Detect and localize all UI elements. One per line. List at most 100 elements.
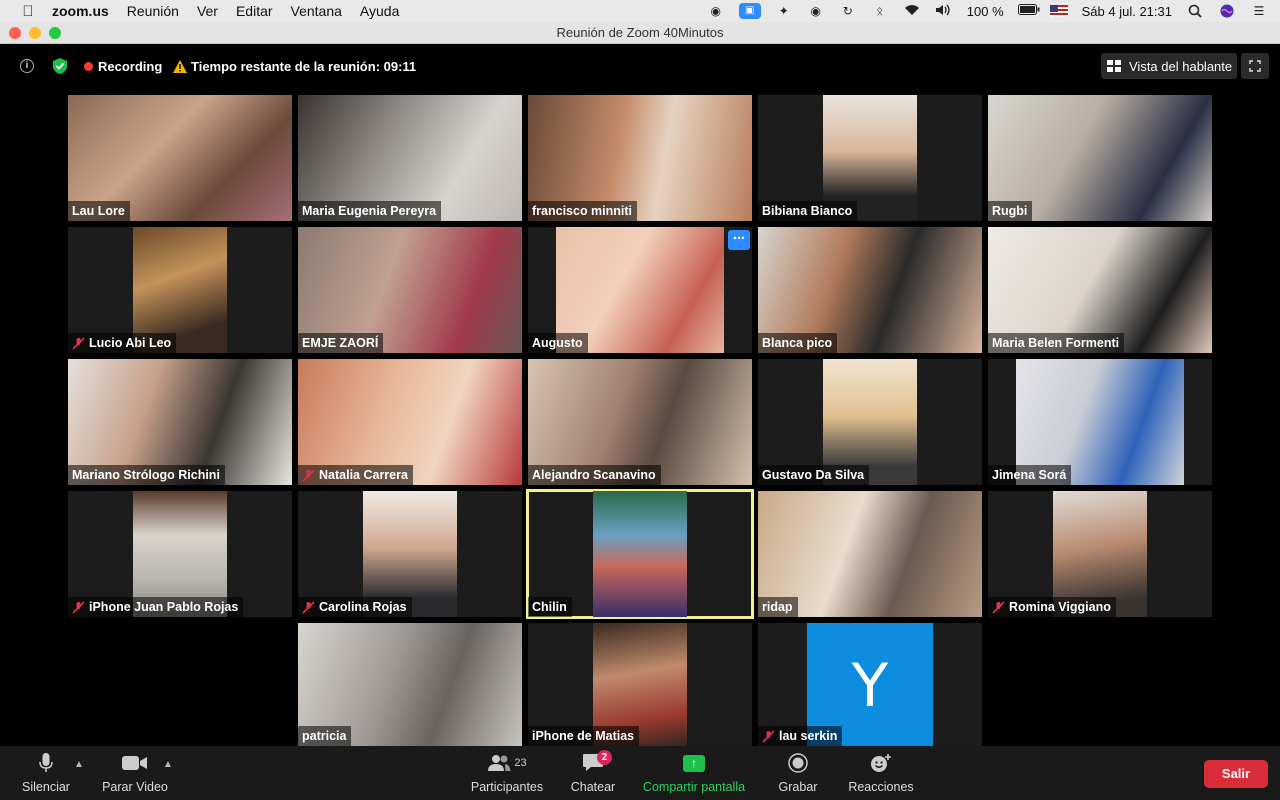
video-tile[interactable]: iPhone Juan Pablo Rojas bbox=[68, 491, 292, 617]
participant-name-tag: Jimena Sorá bbox=[988, 465, 1072, 485]
share-screen-button[interactable]: ↑ Compartir pantalla bbox=[640, 752, 748, 794]
speaker-view-button[interactable]: Vista del hablante bbox=[1101, 53, 1237, 79]
bluetooth-icon[interactable]: ᛟ bbox=[871, 4, 889, 18]
volume-icon[interactable] bbox=[935, 4, 953, 18]
participant-name-tag: patricia bbox=[298, 726, 352, 746]
share-screen-label: Compartir pantalla bbox=[642, 780, 746, 794]
participant-name-tag: Lau Lore bbox=[68, 201, 130, 221]
participant-name: Maria Eugenia Pereyra bbox=[302, 204, 437, 218]
video-tile[interactable]: Rugbi bbox=[988, 95, 1212, 221]
menu-ver[interactable]: Ver bbox=[197, 3, 218, 19]
participant-name: iPhone de Matias bbox=[532, 729, 635, 743]
video-tile[interactable]: iPhone de Matias bbox=[528, 623, 752, 746]
video-tile[interactable]: francisco minniti bbox=[528, 95, 752, 221]
participant-name: Mariano Strólogo Richini bbox=[72, 468, 220, 482]
video-tile[interactable]: Carolina Rojas bbox=[298, 491, 522, 617]
menu-ventana[interactable]: Ventana bbox=[291, 3, 342, 19]
menu-bar-clock[interactable]: Sáb 4 jul. 21:31 bbox=[1082, 4, 1172, 19]
participant-name-tag: Maria Belen Formenti bbox=[988, 333, 1125, 353]
video-tile-active-speaker[interactable]: Chilin bbox=[526, 489, 754, 619]
menu-bar-status-area: ◉ ▣ ✦ ◉ ↻ ᛟ 100 % Sáb 4 jul. 21:31 ☰ bbox=[707, 0, 1268, 22]
video-tile[interactable]: Alejandro Scanavino bbox=[528, 359, 752, 485]
video-tile[interactable]: patricia bbox=[298, 623, 522, 746]
participant-name-tag: Augusto bbox=[528, 333, 588, 353]
spotlight-search-icon[interactable] bbox=[1186, 4, 1204, 18]
participant-name: Blanca pico bbox=[762, 336, 833, 350]
participant-name: Jimena Sorá bbox=[992, 468, 1067, 482]
video-tile[interactable]: Maria Eugenia Pereyra bbox=[298, 95, 522, 221]
participant-name: Romina Viggiano bbox=[1009, 600, 1111, 614]
participant-name-tag: Gustavo Da Silva bbox=[758, 465, 870, 485]
video-tile[interactable]: Maria Belen Formenti bbox=[988, 227, 1212, 353]
meeting-time-warning: Tiempo restante de la reunión: 09:11 bbox=[173, 59, 416, 74]
participant-name-tag: Carolina Rojas bbox=[298, 597, 412, 617]
video-tile[interactable]: Y lau serkin bbox=[758, 623, 982, 746]
participant-name: Augusto bbox=[532, 336, 583, 350]
siri-icon[interactable] bbox=[1218, 4, 1236, 18]
recording-indicator[interactable]: Recording bbox=[84, 59, 162, 74]
participant-name: Carolina Rojas bbox=[319, 600, 407, 614]
muted-microphone-icon bbox=[762, 729, 775, 743]
audio-options-chevron-icon[interactable]: ▲ bbox=[74, 759, 84, 770]
meeting-info-bar: i Recording Tiempo restante de la reunió… bbox=[0, 52, 1280, 82]
window-title: Reunión de Zoom 40Minutos bbox=[556, 25, 724, 40]
battery-icon[interactable] bbox=[1017, 4, 1040, 18]
tile-more-options-button[interactable]: ⋯ bbox=[728, 230, 750, 250]
participant-name: EMJE ZAORÍ bbox=[302, 336, 379, 350]
participants-button[interactable]: 23 Participantes bbox=[466, 752, 548, 794]
time-machine-icon[interactable]: ↻ bbox=[839, 4, 857, 18]
fullscreen-button[interactable] bbox=[1241, 53, 1269, 79]
input-source-flag-icon[interactable] bbox=[1049, 5, 1068, 17]
extension-icon[interactable]: ✦ bbox=[775, 4, 793, 18]
menu-ayuda[interactable]: Ayuda bbox=[360, 3, 399, 19]
participant-name: Natalia Carrera bbox=[319, 468, 408, 482]
video-tile[interactable]: ridap bbox=[758, 491, 982, 617]
video-options-chevron-icon[interactable]: ▲ bbox=[163, 759, 173, 770]
reactions-button[interactable]: Reacciones bbox=[846, 752, 916, 794]
video-tile[interactable]: ⋯ Augusto bbox=[528, 227, 752, 353]
record-button[interactable]: Grabar bbox=[774, 752, 822, 794]
app-status-icon[interactable]: ◉ bbox=[807, 4, 825, 18]
wifi-icon[interactable] bbox=[903, 4, 921, 18]
zoom-status-icon[interactable]: ▣ bbox=[738, 3, 761, 19]
fullscreen-icon bbox=[1249, 60, 1261, 72]
video-tile[interactable]: Mariano Strólogo Richini bbox=[68, 359, 292, 485]
video-tile[interactable]: Blanca pico bbox=[758, 227, 982, 353]
participant-name: Lucio Abi Leo bbox=[89, 336, 172, 350]
participant-name-tag: EMJE ZAORÍ bbox=[298, 333, 384, 353]
video-tile[interactable]: Natalia Carrera bbox=[298, 359, 522, 485]
chat-button[interactable]: 2 Chatear bbox=[567, 750, 619, 794]
stop-video-label: Parar Video bbox=[102, 780, 168, 794]
recording-label: Recording bbox=[98, 59, 163, 74]
participant-name: Lau Lore bbox=[72, 204, 125, 218]
participant-name-tag: iPhone de Matias bbox=[528, 726, 640, 746]
participant-name-tag: Blanca pico bbox=[758, 333, 838, 353]
video-tile[interactable]: Lucio Abi Leo bbox=[68, 227, 292, 353]
window-title-bar: Reunión de Zoom 40Minutos bbox=[0, 22, 1280, 44]
video-tile[interactable]: Romina Viggiano bbox=[988, 491, 1212, 617]
muted-microphone-icon bbox=[302, 600, 315, 614]
encryption-shield-icon[interactable] bbox=[53, 58, 67, 74]
menu-reunion[interactable]: Reunión bbox=[127, 3, 179, 19]
notification-center-icon[interactable]: ☰ bbox=[1250, 4, 1268, 18]
leave-meeting-button[interactable]: Salir bbox=[1204, 760, 1268, 788]
participant-name-tag: Natalia Carrera bbox=[298, 465, 413, 485]
apple-menu-icon[interactable]:  bbox=[18, 3, 38, 20]
participant-name: francisco minniti bbox=[532, 204, 633, 218]
video-tile[interactable]: Lau Lore bbox=[68, 95, 292, 221]
smiley-add-icon bbox=[871, 754, 891, 772]
participant-name: lau serkin bbox=[779, 729, 838, 743]
meeting-info-icon[interactable]: i bbox=[20, 59, 34, 73]
participant-name: Gustavo Da Silva bbox=[762, 468, 865, 482]
video-tile[interactable]: Bibiana Bianco bbox=[758, 95, 982, 221]
video-tile[interactable]: Gustavo Da Silva bbox=[758, 359, 982, 485]
menu-editar[interactable]: Editar bbox=[236, 3, 273, 19]
muted-microphone-icon bbox=[72, 600, 85, 614]
video-tile[interactable]: EMJE ZAORÍ bbox=[298, 227, 522, 353]
stop-video-button[interactable]: Parar Video bbox=[98, 752, 172, 794]
mute-button[interactable]: Silenciar bbox=[16, 752, 76, 794]
camera-status-icon[interactable]: ◉ bbox=[707, 4, 725, 18]
video-tile[interactable]: Jimena Sorá bbox=[988, 359, 1212, 485]
menu-app-name[interactable]: zoom.us bbox=[52, 3, 109, 19]
participant-name-tag: Rugbi bbox=[988, 201, 1033, 221]
